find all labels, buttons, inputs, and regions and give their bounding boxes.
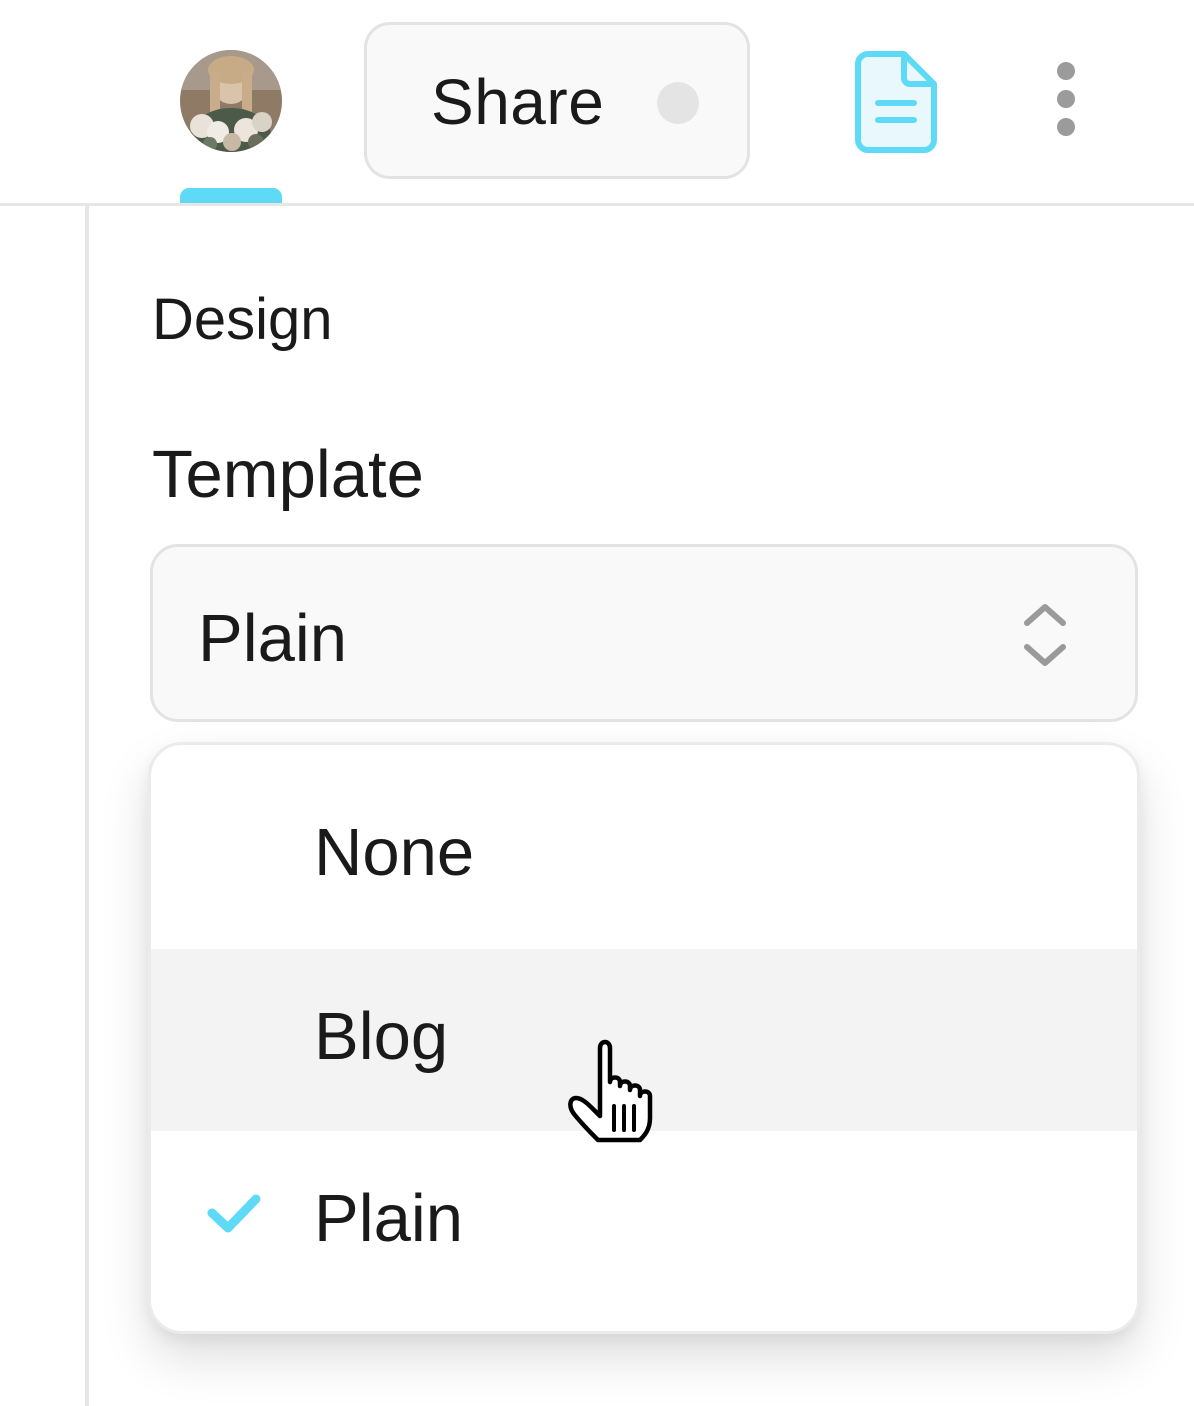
menu-option-plain[interactable]: Plain	[151, 1131, 1137, 1313]
share-button[interactable]: Share	[364, 22, 750, 179]
panel-border	[85, 206, 89, 1406]
top-bar: Share	[0, 0, 1194, 206]
template-select[interactable]: Plain	[150, 544, 1138, 722]
checkmark-icon	[207, 1194, 261, 1233]
divider	[0, 203, 1194, 206]
document-icon[interactable]	[852, 48, 940, 156]
template-select-value: Plain	[198, 601, 347, 676]
status-dot-icon	[657, 82, 699, 124]
chevron-up-down-icon	[1024, 604, 1066, 666]
option-label: None	[314, 815, 475, 890]
template-label: Template	[152, 437, 424, 512]
option-label: Plain	[314, 1181, 463, 1256]
menu-option-none[interactable]: None	[151, 765, 1137, 947]
avatar-photo	[180, 50, 282, 152]
option-label: Blog	[314, 999, 449, 1074]
template-dropdown-menu: None Blog Plain	[148, 742, 1140, 1334]
avatar[interactable]	[180, 50, 282, 152]
section-title: Design	[152, 287, 333, 352]
share-button-label: Share	[431, 66, 605, 138]
more-vertical-icon[interactable]	[1044, 58, 1088, 142]
menu-option-blog[interactable]: Blog	[151, 949, 1137, 1131]
